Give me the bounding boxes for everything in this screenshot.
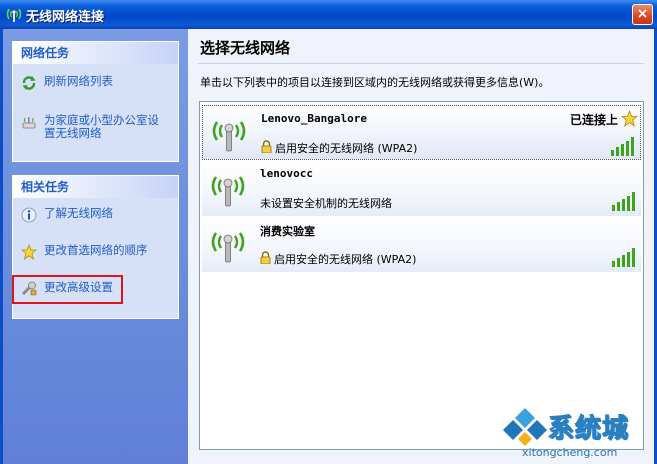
refresh-network-list-label: 刷新网络列表 <box>44 74 113 88</box>
network-name: 消费实验室 <box>260 225 315 238</box>
signal-strength-icon <box>612 192 635 211</box>
task-sidebar: 网络任务 刷新网络列表 为家庭或小型办公室设 置无线网络 相关任务 了解无线网络… <box>3 29 188 464</box>
wireless-network-icon <box>211 176 245 207</box>
watermark-url: xitongcheng.com <box>522 446 618 459</box>
wireless-network-icon <box>211 232 245 263</box>
wireless-antenna-icon <box>6 8 22 22</box>
setup-home-network-label-line2: 置无线网络 <box>44 126 102 140</box>
change-preferred-order-label: 更改首选网络的顺序 <box>44 243 148 257</box>
setup-home-network-link[interactable]: 为家庭或小型办公室设 置无线网络 <box>21 114 176 142</box>
network-name: Lenovo_Bangalore <box>261 112 367 125</box>
network-item-lenovo-bangalore[interactable]: Lenovo_Bangalore 启用安全的无线网络 (WPA2) 已连接上 <box>202 105 641 160</box>
refresh-icon <box>22 76 36 90</box>
watermark-logo-icon <box>503 408 547 446</box>
signal-strength-icon <box>612 248 635 267</box>
network-item-xiaofei-lab[interactable]: 消费实验室 启用安全的无线网络 (WPA2) <box>202 217 641 272</box>
network-security-status: 启用安全的无线网络 (WPA2) <box>274 253 417 266</box>
change-preferred-order-link[interactable]: 更改首选网络的顺序 <box>21 244 176 260</box>
refresh-network-list-link[interactable]: 刷新网络列表 <box>21 75 176 91</box>
network-security-status: 未设置安全机制的无线网络 <box>260 197 392 210</box>
signal-strength-icon <box>611 137 634 156</box>
connected-status: 已连接上 <box>569 113 618 127</box>
network-item-lenovocc[interactable]: lenovocc 未设置安全机制的无线网络 <box>202 161 641 216</box>
star-icon <box>21 244 37 260</box>
title-bar[interactable]: 无线网络连接 × <box>0 0 657 29</box>
network-tasks-panel: 网络任务 刷新网络列表 为家庭或小型办公室设 置无线网络 <box>12 41 179 162</box>
instructions-text: 单击以下列表中的项目以连接到区域内的无线网络或获得更多信息(W)。 <box>200 76 550 89</box>
lock-icon <box>260 251 271 264</box>
site-watermark: 系统城 xitongcheng.com <box>500 404 654 462</box>
learn-wireless-link[interactable]: 了解无线网络 <box>21 207 176 223</box>
network-name: lenovocc <box>260 167 313 180</box>
related-tasks-header: 相关任务 <box>13 176 178 198</box>
network-security-status: 启用安全的无线网络 (WPA2) <box>275 142 418 155</box>
learn-wireless-label: 了解无线网络 <box>44 206 113 220</box>
network-tasks-header: 网络任务 <box>13 42 178 64</box>
title-divider <box>198 63 644 64</box>
close-button[interactable]: × <box>632 4 653 25</box>
window-title: 无线网络连接 <box>26 10 105 25</box>
advanced-settings-highlight-box <box>12 275 123 304</box>
close-icon: × <box>636 6 649 22</box>
wireless-network-list[interactable]: Lenovo_Bangalore 启用安全的无线网络 (WPA2) 已连接上 l… <box>199 101 644 450</box>
watermark-text: 系统城 <box>547 414 630 445</box>
setup-network-icon <box>22 117 36 129</box>
page-title: 选择无线网络 <box>200 39 291 57</box>
lock-icon <box>261 140 272 153</box>
info-icon <box>21 207 37 223</box>
main-content: 选择无线网络 单击以下列表中的项目以连接到区域内的无线网络或获得更多信息(W)。… <box>188 29 654 464</box>
preferred-network-star-icon <box>621 110 638 127</box>
wireless-network-icon <box>212 121 246 152</box>
wireless-connection-window: 无线网络连接 × 网络任务 刷新网络列表 为家庭或小型办公室设 置无线网络 相关… <box>0 0 657 464</box>
